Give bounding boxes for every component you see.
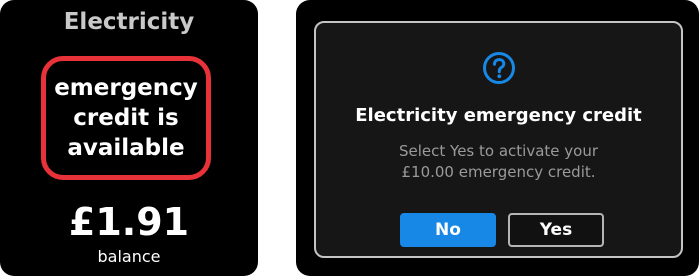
alert-text-line-3: available [67,135,185,161]
alert-text-line-2: credit is [73,105,179,131]
screen-title: Electricity [63,9,195,35]
emergency-credit-alert: emergency credit is available [41,56,211,180]
yes-button[interactable]: Yes [508,213,604,247]
balance-amount: £1.91 [68,200,190,244]
confirm-screen: Electricity emergency credit Select Yes … [296,0,699,276]
dialog-title: Electricity emergency credit [355,105,642,126]
question-icon [483,52,515,84]
dialog-message-line-1: Select Yes to activate your [398,142,598,160]
balance-label: balance [97,247,161,266]
emergency-credit-dialog: Electricity emergency credit Select Yes … [314,21,683,258]
balance-screen: Electricity emergency credit is availabl… [0,0,258,276]
no-button[interactable]: No [400,213,496,247]
dialog-message-line-2: £10.00 emergency credit. [401,163,596,181]
alert-text-line-1: emergency [54,75,198,101]
dialog-message: Select Yes to activate your £10.00 emerg… [316,141,681,183]
